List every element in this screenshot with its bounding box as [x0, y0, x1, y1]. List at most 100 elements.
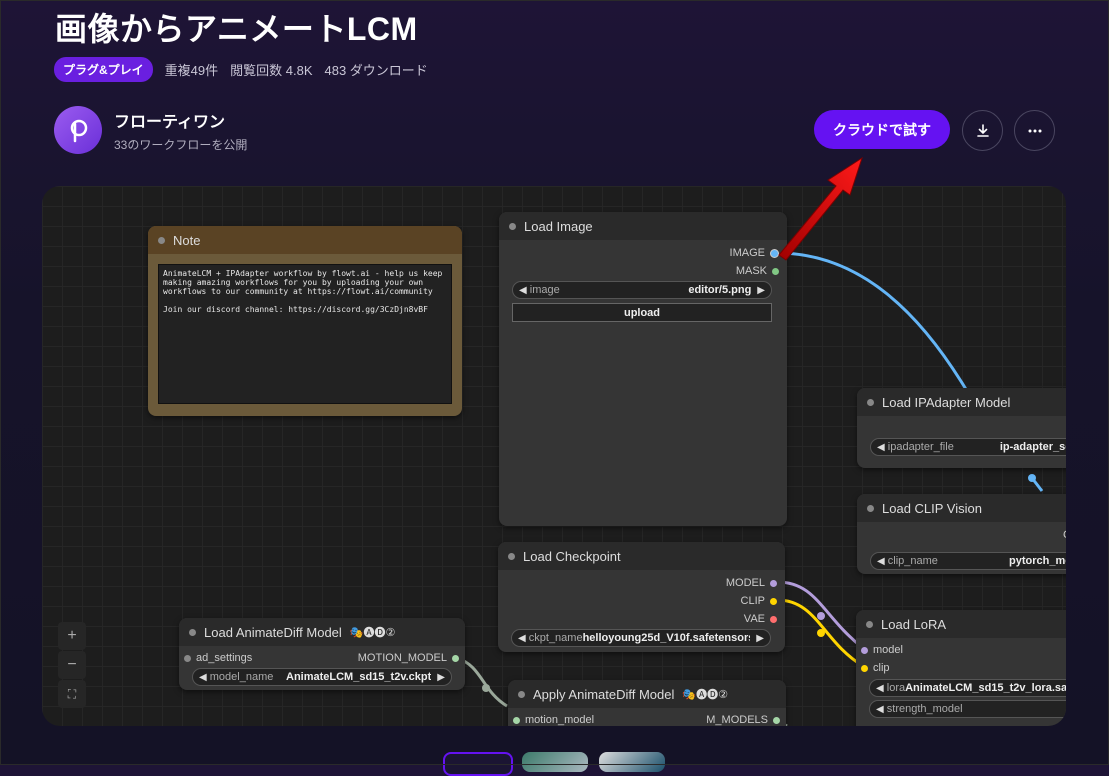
load-checkpoint-header[interactable]: Load Checkpoint: [498, 542, 785, 570]
apply-animatediff-header[interactable]: Apply AnimateDiff Model 🎭🅐🅓②: [508, 680, 786, 708]
mask-output-dot[interactable]: [772, 267, 779, 275]
model-input-port[interactable]: model: [861, 644, 903, 656]
model-output-port[interactable]: MODEL: [726, 577, 777, 589]
load-animatediff-header[interactable]: Load AnimateDiff Model 🎭🅐🅓②: [179, 618, 465, 646]
load-lora-node[interactable]: Load LoRA model clip ◀ lora AnimateLCM_s…: [856, 610, 1066, 726]
m-models-output-port[interactable]: M_MODELS: [706, 714, 780, 726]
load-lora-header[interactable]: Load LoRA: [856, 610, 1066, 638]
ipadapter-file-widget[interactable]: ◀ ipadapter_file ip-adapter_sd: [870, 438, 1066, 456]
ipadapter-file-label: ipadapter_file: [887, 441, 954, 453]
image-output-port[interactable]: IMAGE: [730, 247, 779, 259]
fit-view-button[interactable]: ⛶: [58, 680, 86, 708]
clip-output-dot[interactable]: [770, 597, 777, 605]
motion-model-output-dot[interactable]: [452, 654, 459, 662]
thumbnail-1[interactable]: [443, 752, 513, 776]
node-collapse-dot[interactable]: [189, 628, 196, 636]
image-widget-value: editor/5.png: [688, 284, 752, 296]
load-clip-vision-title: Load CLIP Vision: [882, 500, 982, 516]
note-node[interactable]: Note AnimateLCM + IPAdapter workflow by …: [148, 226, 462, 416]
load-image-header[interactable]: Load Image: [499, 212, 787, 240]
try-in-cloud-button[interactable]: クラウドで試す: [814, 110, 950, 149]
prev-arrow-icon[interactable]: ◀: [199, 672, 207, 683]
ckpt-name-label: ckpt_name: [528, 632, 583, 644]
next-arrow-icon[interactable]: ▶: [756, 633, 764, 644]
zoom-in-button[interactable]: +: [58, 622, 86, 650]
load-clip-vision-node[interactable]: Load CLIP Vision C ◀ clip_name pytorch_m…: [857, 494, 1066, 574]
m-models-output-dot[interactable]: [773, 716, 780, 724]
model-input-dot[interactable]: [861, 646, 868, 654]
prev-arrow-icon[interactable]: ◀: [876, 683, 884, 694]
author-block[interactable]: フローティワン 33のワークフローを公開: [54, 106, 247, 154]
node-collapse-dot[interactable]: [867, 398, 874, 406]
load-checkpoint-title: Load Checkpoint: [523, 548, 621, 564]
note-textarea[interactable]: AnimateLCM + IPAdapter workflow by flowt…: [158, 264, 452, 404]
clip-output-port[interactable]: CLIP: [741, 595, 777, 607]
animatediff-model-name-widget[interactable]: ◀ model_name AnimateLCM_sd15_t2v.ckpt ▶: [192, 668, 452, 686]
next-arrow-icon[interactable]: ▶: [437, 672, 445, 683]
prev-arrow-icon[interactable]: ◀: [877, 556, 885, 567]
apply-animatediff-badge: 🎭🅐🅓②: [682, 689, 728, 701]
clip-name-widget[interactable]: ◀ clip_name pytorch_mo: [870, 552, 1066, 570]
clip-input-dot[interactable]: [861, 664, 868, 672]
motion-model-output-label: MOTION_MODEL: [357, 652, 447, 664]
clip-input-port[interactable]: clip: [861, 662, 890, 674]
vae-output-dot[interactable]: [770, 615, 777, 623]
download-icon: [976, 123, 989, 137]
download-button[interactable]: [962, 110, 1003, 151]
prev-arrow-icon[interactable]: ◀: [876, 704, 884, 715]
animatediff-badge: 🎭🅐🅓②: [349, 627, 396, 639]
thumbnail-3[interactable]: [599, 752, 665, 772]
load-clip-vision-header[interactable]: Load CLIP Vision: [857, 494, 1066, 522]
vae-output-port[interactable]: VAE: [744, 613, 777, 625]
downloads-stat: 483 ダウンロード: [324, 63, 428, 78]
upload-button[interactable]: upload: [512, 303, 772, 322]
note-node-header[interactable]: Note: [148, 226, 462, 254]
node-collapse-dot[interactable]: [866, 620, 873, 628]
load-checkpoint-node[interactable]: Load Checkpoint MODEL CLIP VAE ◀ ckpt_na…: [498, 542, 785, 652]
load-ipadapter-title: Load IPAdapter Model: [882, 394, 1011, 410]
motion-model-output-port[interactable]: MOTION_MODEL: [358, 652, 459, 664]
motion-model-input-dot[interactable]: [513, 716, 520, 724]
image-select-widget[interactable]: ◀ image editor/5.png ▶: [512, 281, 772, 299]
lora-name-widget[interactable]: ◀ lora AnimateLCM_sd15_t2v_lora.safete: [869, 679, 1066, 697]
clip-vision-output-port[interactable]: C: [1063, 529, 1066, 541]
ckpt-name-widget[interactable]: ◀ ckpt_name helloyoung25d_V10f.safetenso…: [511, 629, 771, 647]
plug-and-play-badge[interactable]: プラグ&プレイ: [54, 57, 153, 82]
mask-output-port[interactable]: MASK: [736, 265, 779, 277]
load-ipadapter-node[interactable]: Load IPAdapter Model ◀ ipadapter_file ip…: [857, 388, 1066, 468]
node-collapse-dot[interactable]: [508, 552, 515, 560]
prev-arrow-icon[interactable]: ◀: [877, 442, 885, 453]
node-collapse-dot[interactable]: [509, 222, 516, 230]
next-arrow-icon[interactable]: ▶: [757, 285, 765, 296]
mask-output-label: MASK: [735, 265, 767, 277]
clip-name-value: pytorch_mo: [1009, 555, 1066, 567]
ad-settings-input-port[interactable]: ad_settings: [184, 652, 252, 664]
load-image-title: Load Image: [524, 218, 593, 234]
clip-vision-output-label: C: [1063, 529, 1066, 541]
more-icon: [1028, 129, 1041, 132]
strength-model-widget[interactable]: ◀ strength_model: [869, 700, 1066, 718]
ckpt-name-value: helloyoung25d_V10f.safetensors: [582, 632, 751, 644]
image-output-dot[interactable]: [770, 248, 779, 258]
model-input-label: model: [873, 644, 903, 656]
thumbnail-2[interactable]: [522, 752, 588, 772]
author-name[interactable]: フローティワン: [114, 108, 247, 132]
workflow-canvas[interactable]: Note AnimateLCM + IPAdapter workflow by …: [42, 186, 1066, 726]
load-image-node[interactable]: Load Image IMAGE MASK ◀ image editor/5.p…: [499, 212, 787, 526]
prev-arrow-icon[interactable]: ◀: [518, 633, 526, 644]
node-collapse-dot[interactable]: [158, 236, 165, 244]
node-collapse-dot[interactable]: [518, 690, 525, 698]
load-animatediff-node[interactable]: Load AnimateDiff Model 🎭🅐🅓② ad_settings …: [179, 618, 465, 690]
apply-animatediff-node[interactable]: Apply AnimateDiff Model 🎭🅐🅓② motion_mode…: [508, 680, 786, 726]
prev-arrow-icon[interactable]: ◀: [519, 285, 527, 296]
more-options-button[interactable]: [1014, 110, 1055, 151]
model-output-label: MODEL: [725, 577, 765, 589]
load-ipadapter-header[interactable]: Load IPAdapter Model: [857, 388, 1066, 416]
model-output-dot[interactable]: [770, 579, 777, 587]
motion-model-input-port[interactable]: motion_model: [513, 714, 594, 726]
node-collapse-dot[interactable]: [867, 504, 874, 512]
strength-model-label: strength_model: [886, 703, 963, 715]
author-avatar[interactable]: [54, 106, 102, 154]
zoom-out-button[interactable]: −: [58, 651, 86, 679]
ad-settings-input-dot[interactable]: [184, 654, 191, 662]
